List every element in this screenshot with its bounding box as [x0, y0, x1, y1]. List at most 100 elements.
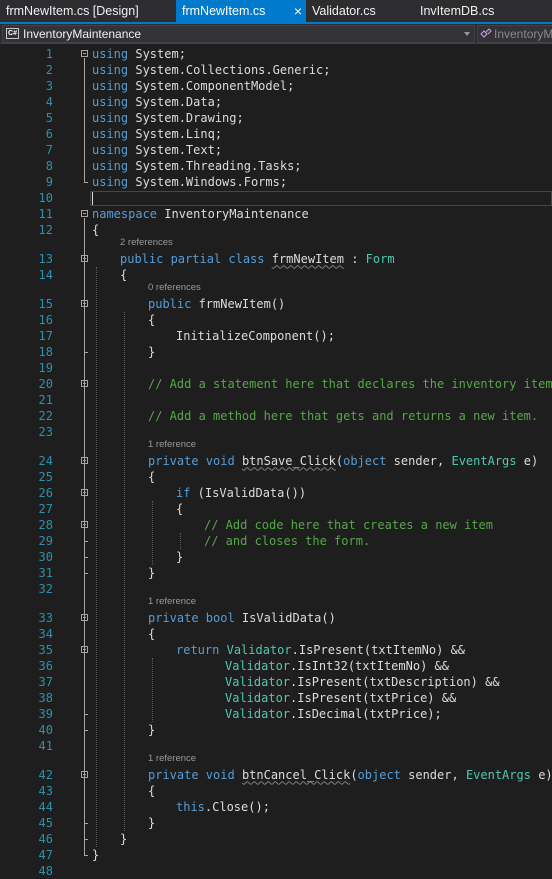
code-token: // Add code here that creates a new item	[204, 517, 493, 532]
code-line[interactable]: }	[176, 550, 183, 565]
collapse-region-icon[interactable]	[81, 521, 88, 528]
code-line[interactable]: Validator.IsDecimal(txtPrice);	[225, 707, 442, 722]
code-token: object	[357, 767, 401, 782]
code-token: Validator	[225, 674, 291, 689]
code-line[interactable]: using System;	[92, 47, 186, 62]
outline-end-tick	[84, 730, 88, 731]
code-line[interactable]: }	[148, 345, 155, 360]
code-token: System.ComponentModel;	[128, 78, 295, 93]
code-line[interactable]: }	[92, 848, 99, 863]
code-line[interactable]: InitializeComponent();	[176, 329, 335, 344]
line-number: 25	[38, 469, 53, 484]
code-line[interactable]: using System.Drawing;	[92, 111, 244, 126]
codelens-references-link[interactable]: 1 reference	[148, 596, 196, 608]
code-line[interactable]: {	[148, 470, 155, 485]
code-token: Form	[365, 251, 395, 266]
code-token: // Add a statement here that declares th…	[148, 376, 552, 391]
code-line[interactable]: using System.Data;	[92, 95, 222, 110]
code-line[interactable]: {	[176, 502, 183, 517]
code-line[interactable]: return Validator.IsPresent(txtItemNo) &&	[176, 643, 465, 658]
tab-validator-cs[interactable]: Validator.cs	[306, 0, 414, 22]
code-line[interactable]: {	[148, 627, 155, 642]
code-line[interactable]: // Add code here that creates a new item	[204, 518, 493, 533]
document-tab-strip: frmNewItem.cs [Design] frmNewItem.cs × V…	[0, 0, 552, 24]
codelens-references-link[interactable]: 0 references	[148, 282, 201, 294]
code-line[interactable]: using System.Linq;	[92, 127, 222, 142]
line-number: 30	[38, 549, 53, 564]
collapse-region-icon[interactable]	[81, 614, 88, 621]
code-token: }	[92, 847, 100, 862]
code-line[interactable]: Validator.IsPresent(txtPrice) &&	[225, 691, 456, 706]
code-line[interactable]: {	[148, 313, 155, 328]
code-line[interactable]: {	[148, 784, 155, 799]
code-token: {	[120, 267, 128, 282]
collapse-region-icon[interactable]	[81, 210, 88, 217]
code-line[interactable]: using System.Threading.Tasks;	[92, 159, 302, 174]
code-line[interactable]: using System.ComponentModel;	[92, 79, 294, 94]
line-number: 42	[38, 767, 53, 782]
line-number: 15	[38, 296, 53, 311]
code-token: {	[148, 312, 156, 327]
outline-end-tick	[84, 839, 88, 840]
indent-guide	[152, 501, 153, 565]
code-token: public partial class	[120, 251, 265, 266]
code-line[interactable]: public frmNewItem()	[148, 297, 285, 312]
code-line[interactable]: private void btnCancel_Click(object send…	[148, 768, 552, 783]
code-token: (	[350, 767, 358, 782]
codelens-references-link[interactable]: 2 references	[120, 237, 173, 249]
code-line[interactable]: public partial class frmNewItem : Form	[120, 252, 395, 267]
line-number: 19	[38, 360, 53, 375]
code-token: }	[148, 565, 156, 580]
code-token: .IsPresent(txtItemNo) &&	[291, 642, 466, 657]
collapse-region-icon[interactable]	[81, 50, 88, 57]
collapse-region-icon[interactable]	[81, 300, 88, 307]
code-token: private void	[148, 453, 235, 468]
code-token: .Close();	[204, 799, 270, 814]
collapse-region-icon[interactable]	[81, 646, 88, 653]
tab-frmnewitem-cs[interactable]: frmNewItem.cs ×	[176, 0, 306, 22]
line-number: 44	[38, 799, 53, 814]
line-number: 35	[38, 642, 53, 657]
tab-frmnewitem-design[interactable]: frmNewItem.cs [Design]	[0, 0, 176, 22]
code-line[interactable]: Validator.IsPresent(txtDescription) &&	[225, 675, 500, 690]
code-line[interactable]: if (IsValidData())	[176, 486, 306, 501]
project-dropdown[interactable]: C# InventoryMaintenance	[2, 25, 475, 43]
code-line[interactable]: private void btnSave_Click(object sender…	[148, 454, 538, 469]
code-line[interactable]: {	[120, 268, 127, 283]
codelens-references-link[interactable]: 1 reference	[148, 439, 196, 451]
collapse-region-icon[interactable]	[81, 380, 88, 387]
line-number: 11	[38, 206, 53, 221]
code-line[interactable]: // and closes the form.	[204, 534, 370, 549]
code-line[interactable]: // Add a method here that gets and retur…	[148, 409, 538, 424]
code-line[interactable]: namespace InventoryMaintenance	[92, 207, 309, 222]
code-line[interactable]: }	[120, 832, 127, 847]
collapse-region-icon[interactable]	[81, 489, 88, 496]
code-editor[interactable]: 1 2 3 4 5 6 7 8 9 10 11 12 13 14 15 16 17 18 19 20 21 22 23 24 2…	[0, 44, 552, 878]
code-line[interactable]: }	[148, 723, 155, 738]
code-token: btnCancel_Click	[241, 767, 351, 782]
type-dropdown[interactable]: InventoryMaintenance.frmNewItem	[477, 25, 552, 43]
tab-invitemdb-cs[interactable]: InvItemDB.cs	[414, 0, 552, 22]
codelens-references-link[interactable]: 1 reference	[148, 753, 196, 765]
line-number: 39	[38, 706, 53, 721]
csharp-project-icon: C#	[6, 28, 19, 39]
code-line[interactable]: // Add a statement here that declares th…	[148, 377, 552, 392]
line-number: 16	[38, 312, 53, 327]
code-line[interactable]: using System.Collections.Generic;	[92, 63, 330, 78]
close-tab-icon[interactable]: ×	[294, 0, 302, 22]
outline-line	[84, 529, 85, 541]
code-token: btnSave_Click	[241, 453, 336, 468]
code-line[interactable]: this.Close();	[176, 800, 270, 815]
code-line[interactable]: using System.Text;	[92, 143, 222, 158]
line-number: 13	[38, 251, 53, 266]
code-line[interactable]: {	[92, 223, 99, 238]
collapse-region-icon[interactable]	[81, 255, 88, 262]
collapse-region-icon[interactable]	[81, 457, 88, 464]
code-line[interactable]: using System.Windows.Forms;	[92, 175, 287, 190]
code-line[interactable]: }	[148, 566, 155, 581]
code-line[interactable]: private bool IsValidData()	[148, 611, 336, 626]
collapse-region-icon[interactable]	[81, 771, 88, 778]
code-line[interactable]: Validator.IsInt32(txtItemNo) &&	[225, 659, 449, 674]
code-line[interactable]: }	[148, 816, 155, 831]
